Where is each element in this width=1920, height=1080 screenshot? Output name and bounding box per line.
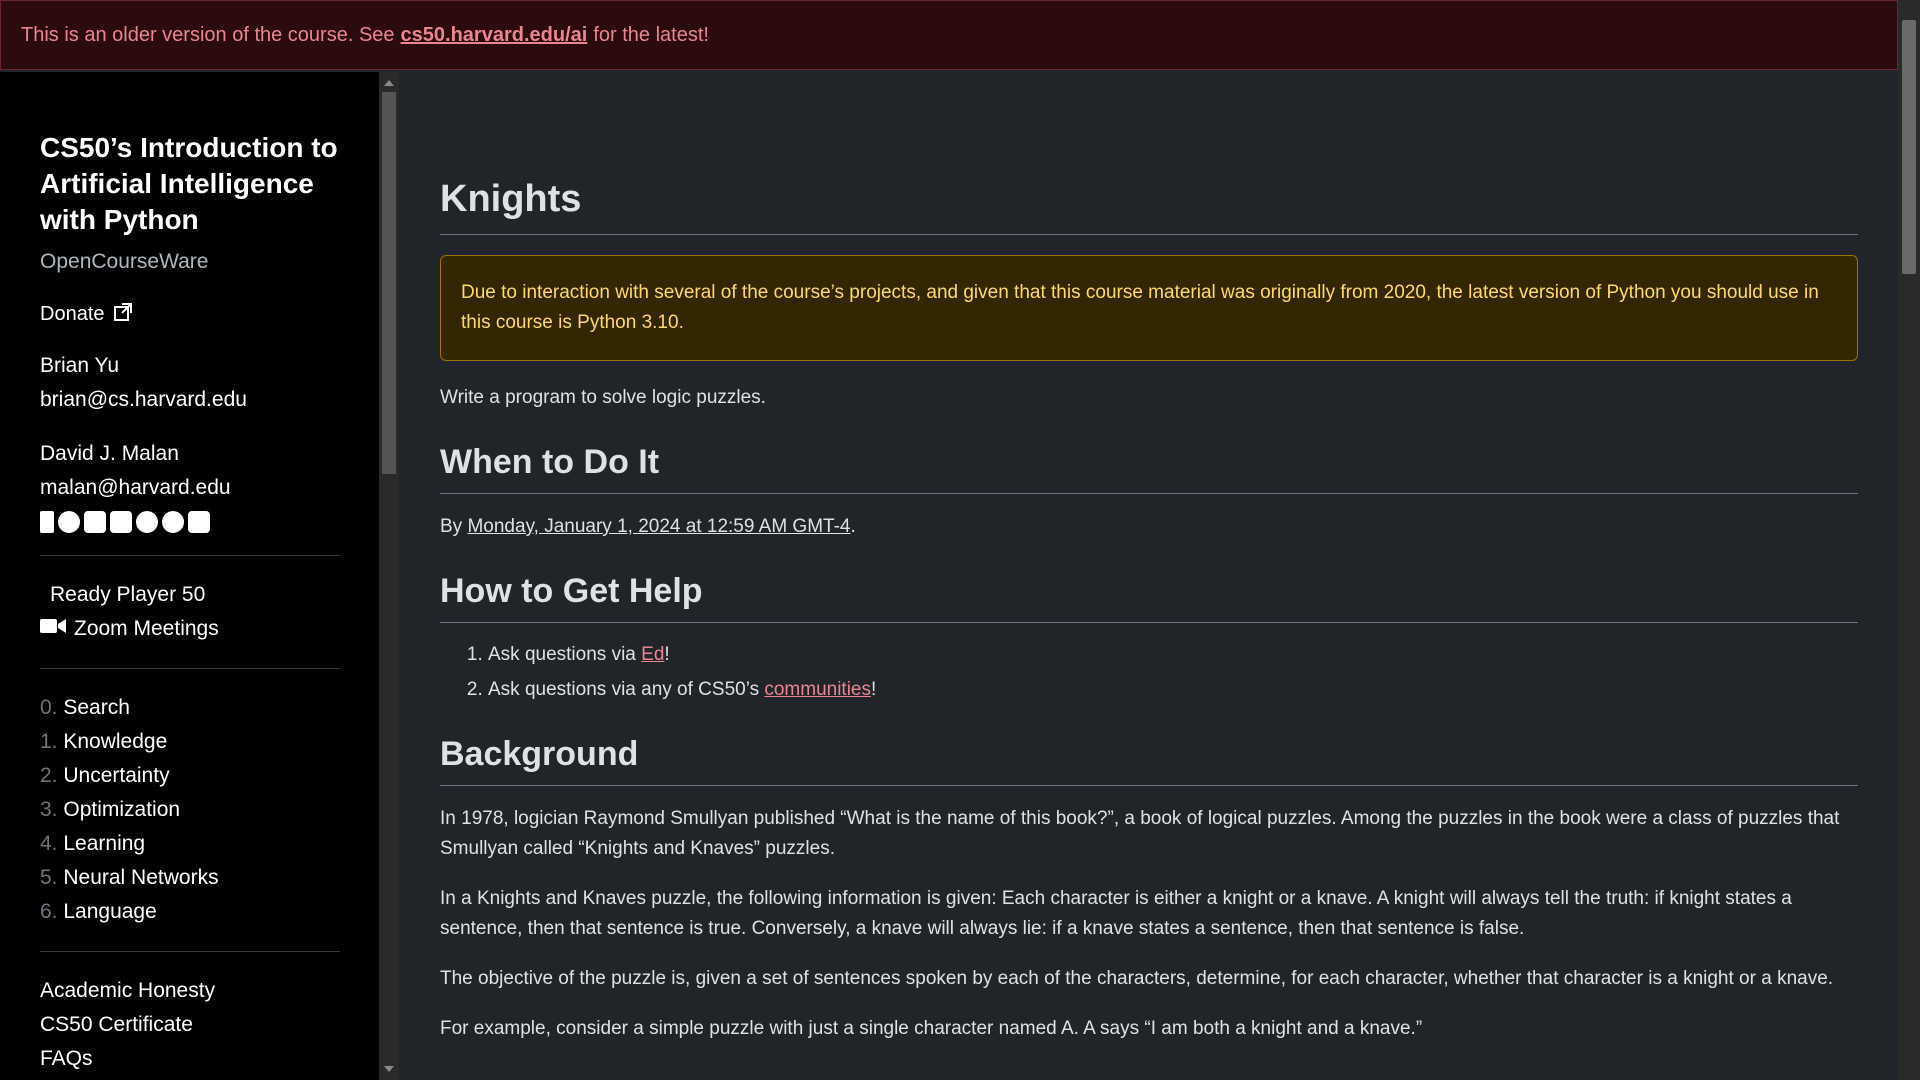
sidebar-item-zoom-meetings[interactable]: Zoom Meetings xyxy=(40,612,340,646)
due-date-paragraph: By Monday, January 1, 2024 at 12:59 AM G… xyxy=(440,512,1858,542)
sidebar-item-cs50-certificate[interactable]: CS50 Certificate xyxy=(40,1008,340,1042)
sidebar-item-label: Ready Player 50 xyxy=(50,583,206,606)
sidebar-item-ready-player-50[interactable]: Ready Player 50 xyxy=(40,578,340,612)
banner-prefix: This is an older version of the course. … xyxy=(21,23,395,46)
intro-paragraph: Write a program to solve logic puzzles. xyxy=(440,387,766,408)
twitter-icon[interactable] xyxy=(188,511,210,533)
lecture-label: Learning xyxy=(63,832,146,855)
banner-suffix: for the latest! xyxy=(593,23,709,46)
lecture-number: 3. xyxy=(40,798,58,821)
old-version-banner: This is an older version of the course. … xyxy=(0,0,1898,70)
banner-latest-link[interactable]: cs50.harvard.edu/ai xyxy=(401,24,588,47)
page-scrollbar-thumb[interactable] xyxy=(1902,20,1916,274)
list-item: Ask questions via any of CS50’s communit… xyxy=(488,672,1858,707)
scroll-down-arrow-icon[interactable] xyxy=(384,1066,394,1072)
heading-background: Background xyxy=(440,733,1858,786)
sidebar-scrollbar[interactable] xyxy=(379,72,399,1080)
instructor-david: David J. Malan malan@harvard.edu xyxy=(40,437,340,505)
instructor-email-link[interactable]: brian@cs.harvard.edu xyxy=(40,388,247,411)
threads-icon[interactable] xyxy=(162,511,184,533)
lecture-list: 0. Search 1. Knowledge 2. Uncertainty 3.… xyxy=(40,691,340,929)
lecture-label: Uncertainty xyxy=(63,764,170,787)
sidebar-divider xyxy=(40,951,340,952)
page-scrollbar[interactable] xyxy=(1898,0,1920,1080)
page-title: Knights xyxy=(440,176,1858,235)
lecture-label: Knowledge xyxy=(63,730,168,753)
lecture-number: 4. xyxy=(40,832,58,855)
due-date-link[interactable]: Monday, January 1, 2024 at 12:59 AM GMT-… xyxy=(467,516,850,537)
sidebar-item-search[interactable]: 0. Search xyxy=(40,691,340,725)
lecture-label: Language xyxy=(63,900,157,923)
background-paragraph: In a Knights and Knaves puzzle, the foll… xyxy=(440,888,1792,939)
external-link-icon xyxy=(113,302,133,327)
facebook-icon[interactable] xyxy=(40,511,54,533)
lecture-number: 2. xyxy=(40,764,58,787)
sidebar-item-knowledge[interactable]: 1. Knowledge xyxy=(40,725,340,759)
sidebar-item-academic-honesty[interactable]: Academic Honesty xyxy=(40,974,340,1008)
lecture-number: 0. xyxy=(40,696,58,719)
help-item-suffix: ! xyxy=(664,644,670,665)
github-icon[interactable] xyxy=(58,511,80,533)
sidebar-scrollbar-thumb[interactable] xyxy=(382,92,396,474)
scroll-up-arrow-icon[interactable] xyxy=(384,80,394,86)
lecture-label: Optimization xyxy=(63,798,181,821)
help-item-suffix: ! xyxy=(871,679,877,700)
sidebar-item-uncertainty[interactable]: 2. Uncertainty xyxy=(40,759,340,793)
lecture-number: 6. xyxy=(40,900,58,923)
instructor-name: Brian Yu xyxy=(40,354,120,377)
lecture-number: 5. xyxy=(40,866,58,889)
opencourseware-label: OpenCourseWare xyxy=(40,250,209,273)
course-title[interactable]: CS50’s Introduction to Artificial Intell… xyxy=(40,130,340,238)
background-paragraph: The objective of the puzzle is, given a … xyxy=(440,968,1834,989)
sidebar-divider xyxy=(40,555,340,556)
due-suffix: . xyxy=(850,516,856,537)
sidebar-item-label: Zoom Meetings xyxy=(74,617,219,640)
lecture-label: Search xyxy=(63,696,130,719)
sidebar-item-faqs[interactable]: FAQs xyxy=(40,1042,340,1076)
social-icons xyxy=(40,511,340,533)
heading-when-to-do-it: When to Do It xyxy=(440,441,1858,494)
lecture-label: Neural Networks xyxy=(63,866,219,889)
background-paragraph: In 1978, logician Raymond Smullyan publi… xyxy=(440,808,1840,859)
sidebar-item-learning[interactable]: 4. Learning xyxy=(40,827,340,861)
video-camera-icon xyxy=(40,612,66,646)
reddit-icon[interactable] xyxy=(136,511,158,533)
main-content: Knights Due to interaction with several … xyxy=(440,72,1858,1080)
due-prefix: By xyxy=(440,516,463,537)
communities-link[interactable]: communities xyxy=(764,679,871,700)
sidebar-item-optimization[interactable]: 3. Optimization xyxy=(40,793,340,827)
heading-how-to-get-help: How to Get Help xyxy=(440,570,1858,623)
sidebar-item-language[interactable]: 6. Language xyxy=(40,895,340,929)
background-paragraph: For example, consider a simple puzzle wi… xyxy=(440,1018,1423,1039)
sidebar-divider xyxy=(40,668,340,669)
instructor-name: David J. Malan xyxy=(40,442,179,465)
lecture-number: 1. xyxy=(40,730,58,753)
list-item: Ask questions via Ed! xyxy=(488,637,1858,672)
python-version-alert: Due to interaction with several of the c… xyxy=(440,255,1858,361)
ed-link[interactable]: Ed xyxy=(641,644,664,665)
instagram-icon[interactable] xyxy=(84,511,106,533)
donate-link[interactable]: Donate xyxy=(40,303,105,326)
sidebar-item-neural-networks[interactable]: 5. Neural Networks xyxy=(40,861,340,895)
sidebar: CS50’s Introduction to Artificial Intell… xyxy=(0,72,379,1080)
help-item-text: Ask questions via xyxy=(488,644,636,665)
instructor-email-link[interactable]: malan@harvard.edu xyxy=(40,476,231,499)
instructor-brian: Brian Yu brian@cs.harvard.edu xyxy=(40,349,340,417)
help-list: Ask questions via Ed! Ask questions via … xyxy=(440,637,1858,707)
linkedin-icon[interactable] xyxy=(110,511,132,533)
help-item-text: Ask questions via any of CS50’s xyxy=(488,679,760,700)
